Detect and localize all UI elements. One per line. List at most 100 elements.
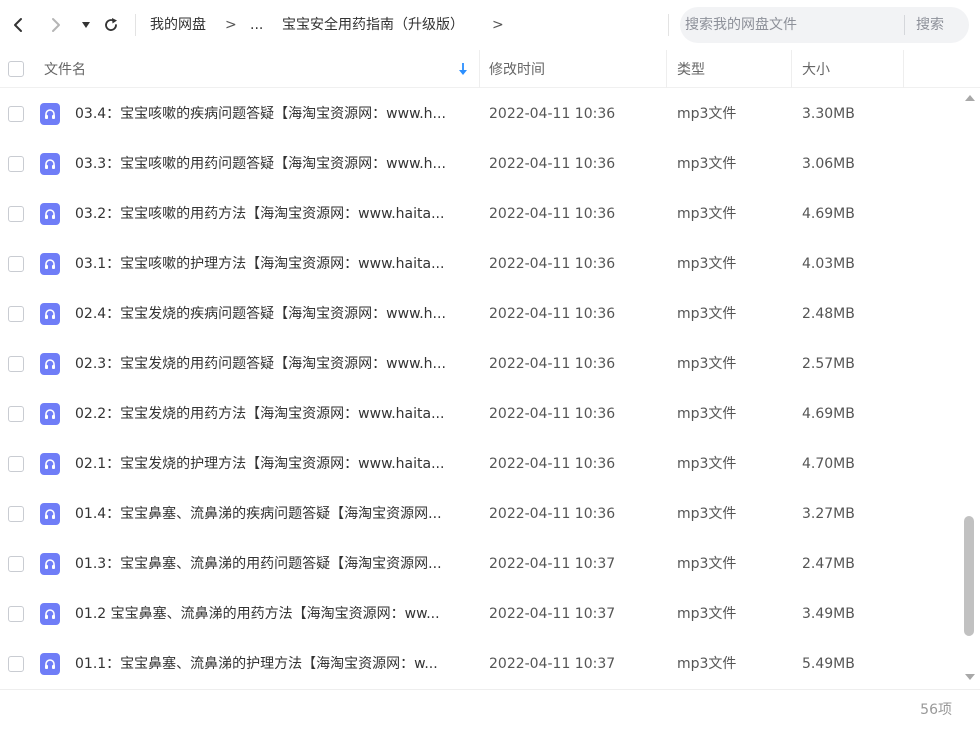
table-row[interactable]: 03.3：宝宝咳嗽的用药问题答疑【海淘宝资源网：www.h... 2022-04-… [0,139,960,189]
breadcrumb-ellipsis[interactable]: ... [250,15,263,35]
file-name[interactable]: 01.4：宝宝鼻塞、流鼻涕的疾病问题答疑【海淘宝资源网... [75,489,470,539]
table-row[interactable]: 01.4：宝宝鼻塞、流鼻涕的疾病问题答疑【海淘宝资源网... 2022-04-11… [0,489,960,539]
table-row[interactable]: 02.4：宝宝发烧的疾病问题答疑【海淘宝资源网：www.h... 2022-04-… [0,289,960,339]
audio-file-icon [40,603,60,625]
modified-time: 2022-04-11 10:36 [489,306,616,322]
scroll-down-arrow-icon[interactable] [965,674,975,680]
audio-file-icon [40,153,60,175]
file-name[interactable]: 02.1：宝宝发烧的护理方法【海淘宝资源网：www.haita... [75,439,470,489]
select-all-checkbox[interactable] [8,61,24,77]
file-name[interactable]: 03.1：宝宝咳嗽的护理方法【海淘宝资源网：www.haita... [75,239,470,289]
file-type: mp3文件 [677,456,737,472]
file-type: mp3文件 [677,256,737,272]
column-divider [666,50,667,88]
row-checkbox[interactable] [8,156,24,172]
file-name[interactable]: 02.2：宝宝发烧的用药方法【海淘宝资源网：www.haita... [75,389,470,439]
file-size: 5.49MB [802,656,855,672]
table-row[interactable]: 03.4：宝宝咳嗽的疾病问题答疑【海淘宝资源网：www.h... 2022-04-… [0,89,960,139]
file-size: 3.30MB [802,106,855,122]
audio-file-icon [40,653,60,675]
footer-divider [0,689,980,690]
file-type: mp3文件 [677,606,737,622]
table-row[interactable]: 02.3：宝宝发烧的用药问题答疑【海淘宝资源网：www.h... 2022-04-… [0,339,960,389]
breadcrumb-root[interactable]: 我的网盘 [150,15,206,35]
search-button[interactable]: 搜索 [916,15,944,35]
file-type: mp3文件 [677,106,737,122]
history-dropdown-button[interactable] [78,10,94,40]
scroll-up-arrow-icon[interactable] [965,95,975,101]
scrollbar-thumb[interactable] [964,516,974,637]
row-checkbox[interactable] [8,306,24,322]
refresh-button[interactable] [100,10,122,40]
modified-time: 2022-04-11 10:36 [489,456,616,472]
column-header-name[interactable]: 文件名 [44,50,474,88]
modified-time: 2022-04-11 10:36 [489,156,616,172]
row-checkbox[interactable] [8,206,24,222]
row-checkbox[interactable] [8,506,24,522]
row-checkbox[interactable] [8,356,24,372]
toolbar-divider [135,14,136,36]
modified-time: 2022-04-11 10:37 [489,556,616,572]
row-checkbox[interactable] [8,606,24,622]
search-box: 搜索 [680,7,969,43]
file-name[interactable]: 01.1：宝宝鼻塞、流鼻涕的护理方法【海淘宝资源网：w... [75,639,470,689]
table-row[interactable]: 01.1：宝宝鼻塞、流鼻涕的护理方法【海淘宝资源网：w... 2022-04-11… [0,639,960,689]
file-size: 4.70MB [802,456,855,472]
audio-file-icon [40,353,60,375]
back-button[interactable] [6,10,30,40]
caret-down-icon [82,22,90,28]
audio-file-icon [40,503,60,525]
file-size: 2.57MB [802,356,855,372]
column-header-time[interactable]: 修改时间 [489,50,659,88]
row-checkbox[interactable] [8,656,24,672]
chevron-left-icon [14,18,22,32]
vertical-scrollbar[interactable] [962,89,976,689]
table-row[interactable]: 01.2 宝宝鼻塞、流鼻涕的用药方法【海淘宝资源网：ww... 2022-04-1… [0,589,960,639]
file-name[interactable]: 02.4：宝宝发烧的疾病问题答疑【海淘宝资源网：www.h... [75,289,470,339]
file-size: 2.48MB [802,306,855,322]
row-checkbox[interactable] [8,406,24,422]
modified-time: 2022-04-11 10:36 [489,506,616,522]
breadcrumb-separator: > [225,17,237,33]
table-row[interactable]: 02.2：宝宝发烧的用药方法【海淘宝资源网：www.haita... 2022-0… [0,389,960,439]
row-checkbox[interactable] [8,556,24,572]
audio-file-icon [40,203,60,225]
modified-time: 2022-04-11 10:37 [489,656,616,672]
forward-button[interactable] [44,10,68,40]
search-input[interactable] [685,13,900,37]
audio-file-icon [40,103,60,125]
audio-file-icon [40,303,60,325]
file-size: 4.03MB [802,256,855,272]
file-name[interactable]: 03.4：宝宝咳嗽的疾病问题答疑【海淘宝资源网：www.h... [75,89,470,139]
file-size: 3.49MB [802,606,855,622]
audio-file-icon [40,253,60,275]
audio-file-icon [40,453,60,475]
file-type: mp3文件 [677,506,737,522]
row-checkbox[interactable] [8,106,24,122]
file-list: 03.4：宝宝咳嗽的疾病问题答疑【海淘宝资源网：www.h... 2022-04-… [0,89,960,689]
file-name[interactable]: 03.2：宝宝咳嗽的用药方法【海淘宝资源网：www.haita... [75,189,470,239]
chevron-right-icon [52,18,60,32]
column-header-name-label: 文件名 [44,62,86,78]
modified-time: 2022-04-11 10:36 [489,206,616,222]
file-type: mp3文件 [677,306,737,322]
row-checkbox[interactable] [8,456,24,472]
modified-time: 2022-04-11 10:37 [489,606,616,622]
table-row[interactable]: 02.1：宝宝发烧的护理方法【海淘宝资源网：www.haita... 2022-0… [0,439,960,489]
table-row[interactable]: 03.1：宝宝咳嗽的护理方法【海淘宝资源网：www.haita... 2022-0… [0,239,960,289]
breadcrumb-separator[interactable]: > [492,15,504,35]
file-name[interactable]: 03.3：宝宝咳嗽的用药问题答疑【海淘宝资源网：www.h... [75,139,470,189]
file-type: mp3文件 [677,206,737,222]
row-checkbox[interactable] [8,256,24,272]
file-type: mp3文件 [677,556,737,572]
column-header-size[interactable]: 大小 [802,50,902,88]
column-header-type[interactable]: 类型 [677,50,787,88]
breadcrumb-current[interactable]: 宝宝安全用药指南（升级版） [282,15,464,35]
table-row[interactable]: 03.2：宝宝咳嗽的用药方法【海淘宝资源网：www.haita... 2022-0… [0,189,960,239]
file-size: 3.27MB [802,506,855,522]
file-name[interactable]: 02.3：宝宝发烧的用药问题答疑【海淘宝资源网：www.h... [75,339,470,389]
file-name[interactable]: 01.2 宝宝鼻塞、流鼻涕的用药方法【海淘宝资源网：ww... [75,589,470,639]
modified-time: 2022-04-11 10:36 [489,106,616,122]
table-row[interactable]: 01.3：宝宝鼻塞、流鼻涕的用药问题答疑【海淘宝资源网... 2022-04-11… [0,539,960,589]
file-name[interactable]: 01.3：宝宝鼻塞、流鼻涕的用药问题答疑【海淘宝资源网... [75,539,470,589]
